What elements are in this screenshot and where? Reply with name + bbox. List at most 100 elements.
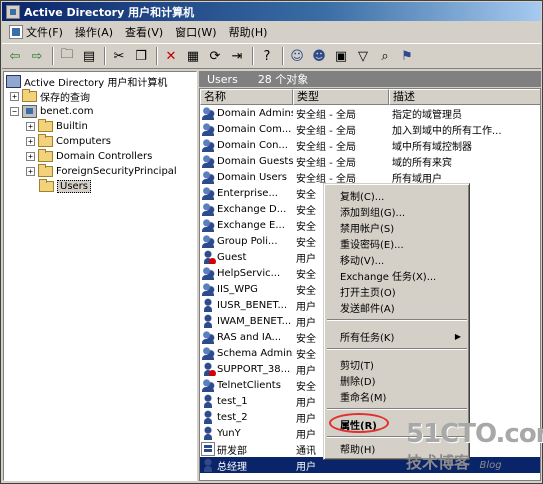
ctx-copy[interactable]: 复制(C)... [327, 187, 467, 203]
tree-item-builtin[interactable]: + Builtin [26, 119, 88, 134]
cell-name: 研发部 [200, 442, 293, 457]
menu-file[interactable]: 文件(F) [6, 24, 66, 40]
group-icon [201, 154, 215, 168]
show-hide-tree-icon[interactable]: ▤ [79, 46, 99, 66]
row-name: IWAM_BENET... [217, 315, 292, 327]
cell-name: 总经理 [200, 458, 293, 473]
cell-type: 安全组 - 全局 [296, 125, 356, 137]
delete-icon[interactable]: ✕ [161, 46, 181, 66]
collapse-icon[interactable]: − [10, 107, 19, 116]
menu-window[interactable]: 窗口(W) [172, 24, 219, 40]
group-icon [201, 378, 215, 392]
menu-window-label: 窗口(W) [175, 26, 217, 39]
row-name: IUSR_BENET... [217, 299, 287, 311]
table-row[interactable]: Domain Con... 安全组 - 全局 域中所有域控制器 [200, 137, 540, 153]
ctx-disable-account[interactable]: 禁用帐户(S) [327, 219, 467, 235]
group-icon [201, 218, 215, 232]
ou-folder-icon [38, 149, 53, 162]
tree-item-domain-controllers[interactable]: + Domain Controllers [26, 149, 152, 164]
properties-icon[interactable]: ▦ [183, 46, 203, 66]
row-name: 总经理 [217, 461, 247, 473]
active-directory-icon [6, 75, 21, 88]
group-icon [201, 202, 215, 216]
user-icon [201, 410, 215, 424]
group-icon [201, 234, 215, 248]
ctx-help[interactable]: 帮助(H) [327, 440, 467, 456]
ctx-reset-password[interactable]: 重设密码(E)... [327, 235, 467, 251]
ctx-rename[interactable]: 重命名(M) [327, 388, 467, 404]
ctx-separator [327, 348, 467, 350]
cell-type: 安全组 - 全局 [296, 141, 356, 153]
find-icon[interactable]: ⌕ [375, 46, 395, 66]
cut-icon[interactable]: ✂ [109, 46, 129, 66]
new-user-icon[interactable]: ☺ [287, 46, 307, 66]
help-icon[interactable]: ? [257, 46, 277, 66]
column-header-name[interactable]: 名称 [200, 89, 293, 105]
ctx-all-tasks[interactable]: 所有任务(K) ▶ [327, 328, 467, 344]
cell-name: test_1 [200, 394, 293, 408]
domain-icon [22, 105, 37, 118]
ctx-add-to-group[interactable]: 添加到组(G)... [327, 203, 467, 219]
tree-root[interactable]: Active Directory 用户和计算机 [6, 74, 167, 89]
toolbar-separator [252, 47, 254, 65]
column-header-type[interactable]: 类型 [293, 89, 389, 105]
ctx-cut[interactable]: 剪切(T) [327, 356, 467, 372]
tree-item-saved-queries[interactable]: + 保存的查询 [10, 89, 90, 104]
expand-icon[interactable]: + [26, 122, 35, 131]
group-icon [201, 170, 215, 184]
cell-name: Domain Con... [200, 138, 293, 152]
toolbar-separator [156, 47, 158, 65]
table-row[interactable]: Domain Admins 安全组 - 全局 指定的域管理员 [200, 105, 540, 121]
expand-icon[interactable]: + [26, 167, 35, 176]
new-ou-icon[interactable]: ▣ [331, 46, 351, 66]
tree-item-label: benet.com [40, 106, 94, 117]
folder-icon [38, 119, 53, 132]
tree-item-label: ForeignSecurityPrincipal [56, 166, 177, 177]
group-icon [201, 122, 215, 136]
up-folder-icon[interactable]: 🗀 [57, 46, 77, 66]
ctx-separator [327, 319, 467, 321]
expand-icon[interactable]: + [26, 137, 35, 146]
menu-file-label: 文件(F) [26, 26, 63, 39]
tree-item-users[interactable]: Users [39, 179, 92, 194]
disabled-user-icon [201, 250, 216, 264]
folder-icon [38, 134, 53, 147]
ctx-exchange-tasks[interactable]: Exchange 任务(X)... [327, 267, 467, 283]
filter-icon[interactable]: ▽ [353, 46, 373, 66]
table-row[interactable]: Domain Com... 安全组 - 全局 加入到域中的所有工作... [200, 121, 540, 137]
new-group-icon[interactable]: ☻ [309, 46, 329, 66]
add-to-group-icon[interactable]: ⚑ [397, 46, 417, 66]
row-name: YunY [217, 427, 241, 439]
tree-item-label: Domain Controllers [56, 151, 153, 162]
ctx-open-home-page[interactable]: 打开主页(O) [327, 283, 467, 299]
export-list-icon[interactable]: ⇥ [227, 46, 247, 66]
menu-help[interactable]: 帮助(H) [226, 24, 271, 40]
menu-view[interactable]: 查看(V) [122, 24, 166, 40]
cell-name: HelpServic... [200, 266, 293, 280]
user-icon [201, 458, 215, 472]
column-header-description[interactable]: 描述 [389, 89, 540, 105]
back-arrow-icon[interactable]: ⇦ [5, 46, 25, 66]
tree-item-domain[interactable]: − benet.com [10, 104, 93, 119]
row-name: SUPPORT_38... [217, 363, 291, 375]
cell-name: RAS and IA... [200, 330, 293, 344]
ctx-move[interactable]: 移动(V)... [327, 251, 467, 267]
forward-arrow-icon[interactable]: ⇨ [27, 46, 47, 66]
tree-item-computers[interactable]: + Computers [26, 134, 111, 149]
window-title: Active Directory 用户和计算机 [24, 5, 195, 19]
ctx-separator [327, 408, 467, 410]
tree-item-foreign-security-principals[interactable]: + ForeignSecurityPrincipal [26, 164, 177, 179]
ctx-send-mail[interactable]: 发送邮件(A) [327, 299, 467, 315]
object-count: 28 个对象 [257, 73, 309, 86]
menu-action[interactable]: 操作(A) [72, 24, 116, 40]
cell-name: IUSR_BENET... [200, 298, 293, 312]
row-name: test_1 [217, 395, 248, 407]
ctx-delete[interactable]: 删除(D) [327, 372, 467, 388]
refresh-icon[interactable]: ⟳ [205, 46, 225, 66]
cell-type: 安全组 - 全局 [296, 157, 356, 169]
expand-icon[interactable]: + [10, 92, 19, 101]
toolbar-separator [52, 47, 54, 65]
expand-icon[interactable]: + [26, 152, 35, 161]
table-row[interactable]: Domain Guests 安全组 - 全局 域的所有来宾 [200, 153, 540, 169]
copy-icon[interactable]: ❐ [131, 46, 151, 66]
